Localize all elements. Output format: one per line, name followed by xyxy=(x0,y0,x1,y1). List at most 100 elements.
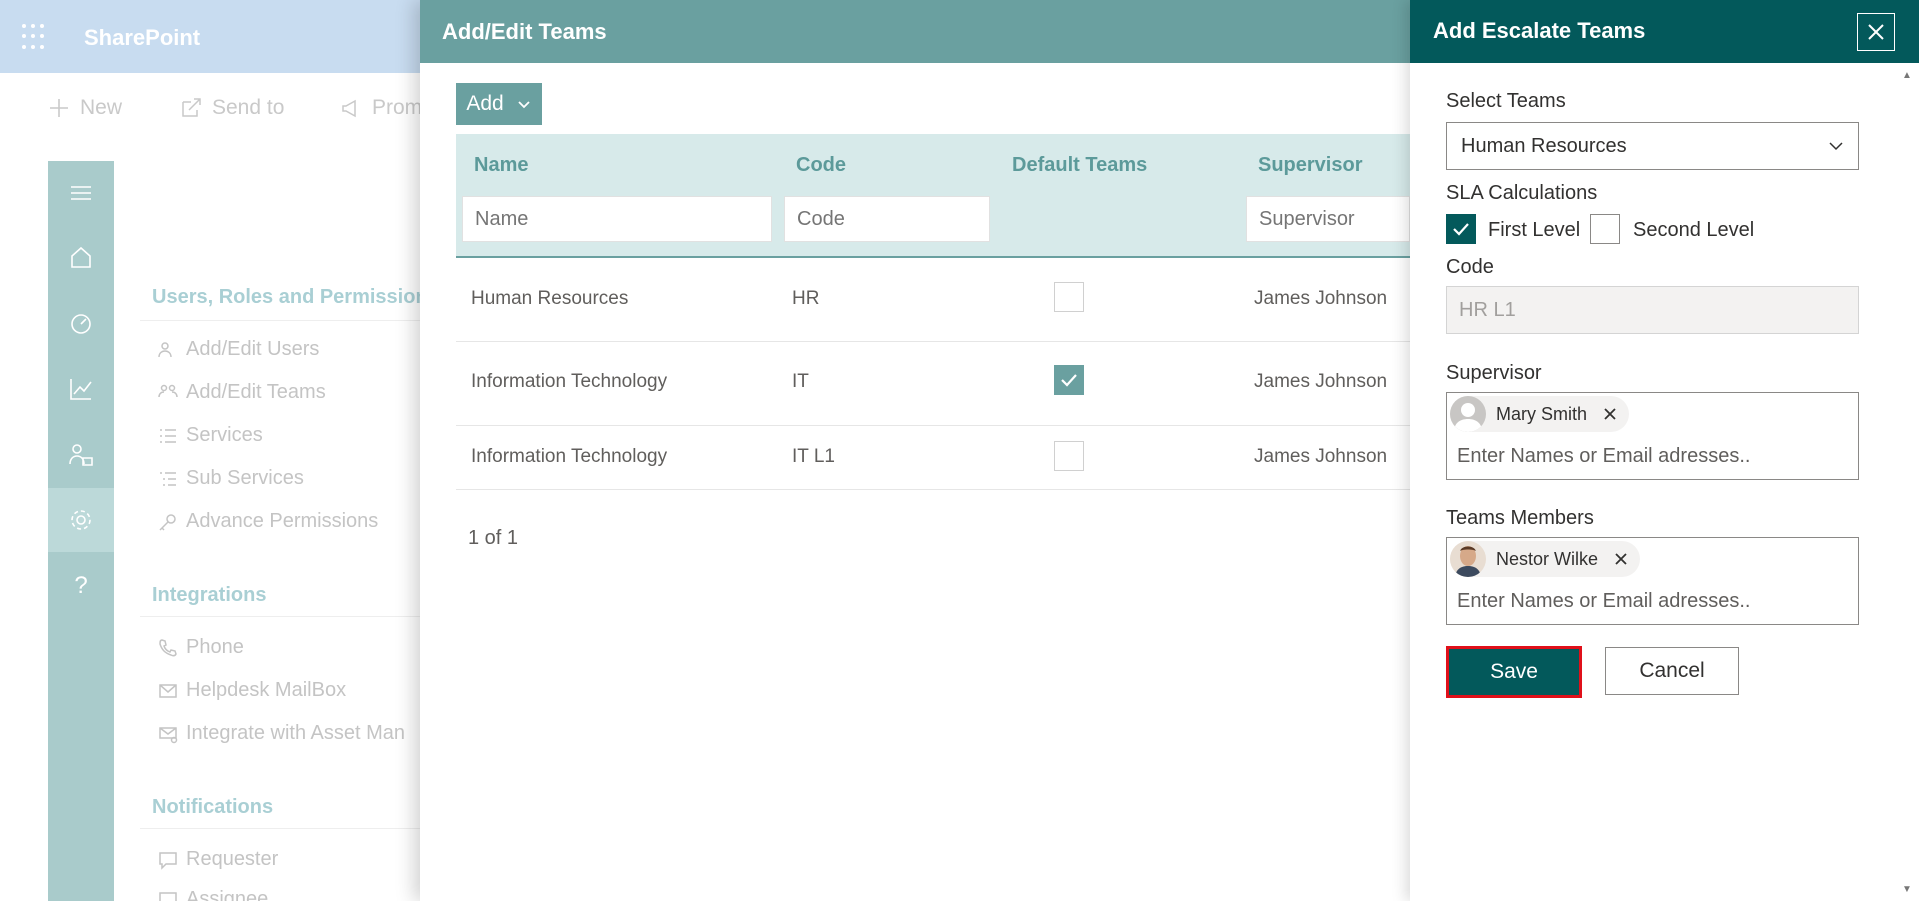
checkmark-icon xyxy=(1453,223,1469,236)
sublist-icon xyxy=(160,471,176,486)
divider xyxy=(140,616,430,617)
nav-item-add-edit-users[interactable]: Add/Edit Users xyxy=(158,338,319,361)
team-code-cell: IT L1 xyxy=(792,446,835,467)
close-button[interactable] xyxy=(1857,13,1895,51)
escalate-panel-header: Add Escalate Teams xyxy=(1410,0,1919,63)
share-icon xyxy=(182,98,201,117)
save-button[interactable]: Save xyxy=(1446,646,1582,698)
person-name: Mary Smith xyxy=(1496,403,1588,424)
code-field: HR L1 xyxy=(1446,286,1859,334)
person-pill: Mary Smith xyxy=(1450,396,1630,432)
people-icon[interactable] xyxy=(48,423,114,487)
nav-item-label: Phone xyxy=(186,636,244,658)
chart-icon[interactable] xyxy=(48,357,114,421)
app-launcher-icon[interactable] xyxy=(22,24,48,50)
divider xyxy=(140,320,430,321)
nav-heading-users: Users, Roles and Permissions xyxy=(152,286,439,308)
first-level-checkbox[interactable] xyxy=(1446,214,1476,244)
table-row[interactable]: Information Technology IT James Johnson xyxy=(456,342,1410,426)
team-code-cell: HR xyxy=(792,288,820,309)
nav-item-phone[interactable]: Phone xyxy=(158,636,244,659)
nav-item-add-edit-teams[interactable]: Add/Edit Teams xyxy=(158,381,326,404)
send-to-command-label: Send to xyxy=(212,96,285,119)
table-row[interactable]: Information Technology IT L1 James Johns… xyxy=(456,426,1410,490)
scroll-down-icon[interactable]: ▼ xyxy=(1902,884,1912,895)
supervisor-cell: James Johnson xyxy=(1254,288,1388,309)
nav-item-services[interactable]: Services xyxy=(158,424,263,447)
add-team-button-label: Add xyxy=(466,92,504,115)
promote-command[interactable]: Prom xyxy=(340,96,422,120)
avatar xyxy=(1450,541,1486,577)
mail-icon xyxy=(159,683,177,698)
nav-item-label: Helpdesk MailBox xyxy=(186,679,347,701)
scroll-up-icon[interactable]: ▲ xyxy=(1902,70,1912,81)
supervisor-cell: James Johnson xyxy=(1254,371,1388,392)
default-team-checkbox[interactable] xyxy=(1054,365,1084,395)
nav-item-requester[interactable]: Requester xyxy=(158,848,278,871)
nav-item-asset-management[interactable]: Integrate with Asset Man xyxy=(158,722,405,745)
chevron-down-icon xyxy=(518,101,530,109)
comment-icon xyxy=(159,891,177,901)
teams-panel-title: Add/Edit Teams xyxy=(442,18,607,44)
team-members-search-input[interactable]: Enter Names or Email adresses.. xyxy=(1457,590,1750,613)
select-teams-dropdown[interactable]: Human Resources xyxy=(1446,122,1859,170)
remove-person-icon[interactable] xyxy=(1603,407,1617,421)
column-header-code[interactable]: Code xyxy=(796,154,846,177)
comment-icon xyxy=(159,851,177,870)
person-name: Nestor Wilke xyxy=(1496,548,1599,569)
first-level-label[interactable]: First Level xyxy=(1488,219,1580,242)
nav-item-label: Services xyxy=(186,424,263,446)
home-icon[interactable] xyxy=(48,225,114,289)
users-icon xyxy=(158,341,172,357)
code-filter-input[interactable] xyxy=(784,196,990,242)
column-header-name[interactable]: Name xyxy=(474,154,528,177)
nav-item-assignee[interactable]: Assignee xyxy=(158,888,268,901)
default-team-checkbox[interactable] xyxy=(1054,441,1084,471)
person-pill: Nestor Wilke xyxy=(1450,541,1641,577)
sla-calculations-label: SLA Calculations xyxy=(1446,182,1598,204)
dashboard-icon[interactable] xyxy=(48,291,114,355)
supervisor-filter-input[interactable] xyxy=(1246,196,1410,242)
team-name-cell: Information Technology xyxy=(471,371,668,392)
table-row[interactable]: Human Resources HR James Johnson xyxy=(456,260,1410,342)
phone-icon xyxy=(159,638,177,656)
cancel-button[interactable]: Cancel xyxy=(1605,647,1739,695)
name-filter-input[interactable] xyxy=(462,196,772,242)
add-team-button[interactable]: Add xyxy=(456,83,542,125)
nav-heading-notifications: Notifications xyxy=(152,796,274,818)
nav-item-label: Sub Services xyxy=(186,467,304,489)
add-escalate-teams-panel: Add Escalate Teams Select Teams Human Re… xyxy=(1410,0,1919,901)
remove-person-icon[interactable] xyxy=(1614,552,1628,566)
plus-icon xyxy=(50,99,68,117)
teams-icon xyxy=(158,384,178,397)
nav-item-sub-services[interactable]: Sub Services xyxy=(158,467,304,490)
nav-item-helpdesk-mailbox[interactable]: Helpdesk MailBox xyxy=(158,679,346,702)
new-command[interactable]: New xyxy=(48,96,122,120)
supervisor-label: Supervisor xyxy=(1446,362,1542,384)
sharepoint-brand[interactable]: SharePoint xyxy=(84,25,200,51)
nav-item-advance-permissions[interactable]: Advance Permissions xyxy=(158,510,378,533)
supervisor-search-input[interactable]: Enter Names or Email adresses.. xyxy=(1457,445,1750,468)
menu-icon[interactable] xyxy=(48,161,114,225)
promote-command-label: Prom xyxy=(372,96,423,119)
team-members-people-picker[interactable]: Nestor Wilke Enter Names or Email adress… xyxy=(1446,537,1859,625)
teams-panel-header: Add/Edit Teams xyxy=(420,0,1410,63)
second-level-label[interactable]: Second Level xyxy=(1633,219,1754,242)
column-header-default-teams[interactable]: Default Teams xyxy=(1012,154,1147,177)
send-to-command[interactable]: Send to xyxy=(180,96,284,120)
default-team-checkbox[interactable] xyxy=(1054,282,1084,312)
column-header-supervisor[interactable]: Supervisor xyxy=(1258,154,1362,177)
team-name-cell: Information Technology xyxy=(471,446,668,467)
mail-settings-icon xyxy=(159,726,178,743)
nav-item-label: Assignee xyxy=(186,888,269,901)
nav-item-label: Requester xyxy=(186,848,279,870)
nav-item-label: Add/Edit Teams xyxy=(186,381,326,403)
gear-icon[interactable] xyxy=(48,488,114,552)
list-icon xyxy=(160,428,176,443)
divider xyxy=(140,828,430,829)
second-level-checkbox[interactable] xyxy=(1590,214,1620,244)
pager-text: 1 of 1 xyxy=(468,527,519,549)
help-icon[interactable]: ? xyxy=(48,554,114,618)
supervisor-people-picker[interactable]: Mary Smith Enter Names or Email adresses… xyxy=(1446,392,1859,480)
avatar xyxy=(1450,396,1486,432)
